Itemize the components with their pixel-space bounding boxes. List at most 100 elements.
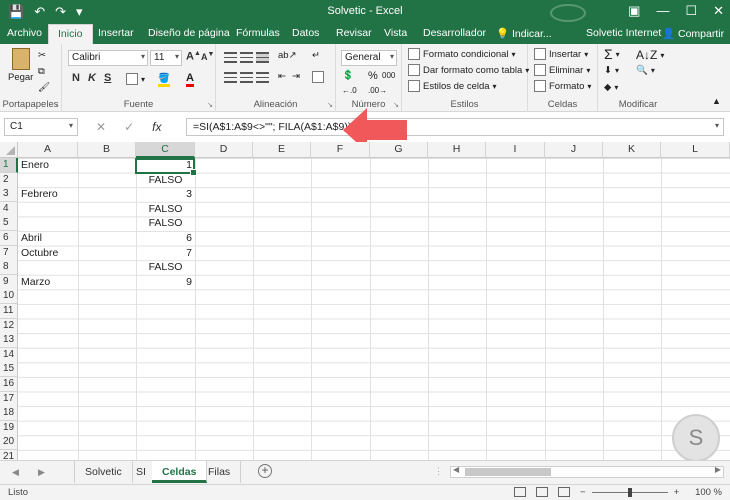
zoom-track[interactable] [591,488,668,497]
align-top-icon[interactable] [224,52,237,63]
grow-font-icon[interactable]: A▲ [186,50,201,63]
cell-c9[interactable]: 9 [136,275,195,290]
cell-a7[interactable]: Octubre [18,246,78,261]
active-cell-selection[interactable] [135,158,197,176]
conditional-format-button[interactable]: Formato condicional ▾ [408,48,516,60]
cell-a9[interactable]: Marzo [18,275,78,290]
scrollbar-thumb[interactable] [465,468,551,476]
increase-indent-button[interactable]: ⇥ [292,71,300,82]
font-name-combo[interactable]: Calibri ▾ [68,50,148,66]
scroll-right-icon[interactable]: ▶ [715,465,721,474]
shrink-font-icon[interactable]: A▼ [201,51,214,62]
tab-desarrollador[interactable]: Desarrollador [423,27,486,39]
orientation-button[interactable]: ab↗ [278,50,297,61]
decrease-indent-button[interactable]: ⇤ [278,71,286,82]
formula-input[interactable]: =SI(A$1:A$9<>""; FILA(A$1:A$9)) ▾ [186,118,724,136]
clipboard-launcher-icon[interactable]: ↘ [53,101,59,109]
zoom-slider[interactable]: − + [580,487,679,498]
clear-button[interactable]: ◆ ▾ [604,82,618,93]
row-header-19[interactable]: 19 [0,420,18,436]
column-header-g[interactable]: G [370,142,428,158]
cell-c7[interactable]: 7 [136,246,195,261]
row-header-15[interactable]: 15 [0,362,18,378]
horizontal-scrollbar[interactable]: ◀ ▶ [450,465,724,478]
page-layout-view-icon[interactable] [536,487,548,497]
cell-c2[interactable]: FALSO [136,173,195,188]
format-painter-button[interactable]: 🖌 [38,82,50,93]
next-sheet-icon[interactable]: ▶ [38,467,45,478]
cell-c6[interactable]: 6 [136,231,195,246]
user-name[interactable]: Solvetic Internet [586,27,661,39]
collapse-ribbon-button[interactable]: ▲ [712,96,721,106]
row-header-9[interactable]: 9 [0,274,18,290]
cell-c8[interactable]: FALSO [136,260,195,275]
maximize-icon[interactable]: ☐ [685,3,697,19]
column-header-k[interactable]: K [603,142,661,158]
paste-button[interactable]: Pegar [8,48,33,83]
tab-revisar[interactable]: Revisar [336,27,372,39]
cell-c4[interactable]: FALSO [136,202,195,217]
italic-button[interactable]: K [88,72,96,84]
sheet-tab-solvetic[interactable]: Solvetic [74,461,133,483]
fill-button[interactable]: ⬇ ▾ [604,65,619,76]
row-header-12[interactable]: 12 [0,318,18,334]
scroll-left-icon[interactable]: ◀ [453,465,459,474]
fill-color-button[interactable]: 🪣 [158,73,170,87]
column-header-d[interactable]: D [195,142,253,158]
currency-button[interactable]: 💲 [342,70,354,81]
cut-button[interactable]: ✂ [38,50,46,61]
row-header-1[interactable]: 1 [0,158,18,173]
enter-icon[interactable]: ✓ [124,120,134,134]
column-header-e[interactable]: E [253,142,311,158]
sheet-tab-filas[interactable]: Filas [198,461,242,483]
alignment-launcher-icon[interactable]: ↘ [327,101,333,109]
zoom-level[interactable]: 100 % [695,487,722,498]
share-button[interactable]: 👤 Compartir [662,27,724,40]
tab-inicio[interactable]: Inicio [48,24,93,44]
cancel-icon[interactable]: ✕ [96,120,106,134]
row-header-21[interactable]: 21 [0,450,18,460]
ribbon-display-icon[interactable]: ▣ [628,3,640,19]
row-header-8[interactable]: 8 [0,260,18,276]
align-middle-icon[interactable] [240,52,253,63]
format-as-table-button[interactable]: Dar formato como tabla ▾ [408,64,529,76]
column-header-b[interactable]: B [78,142,136,158]
copy-button[interactable]: ⧉ [38,66,45,77]
row-header-20[interactable]: 20 [0,435,18,451]
column-header-f[interactable]: F [311,142,370,158]
zoom-knob[interactable] [627,488,632,497]
cell-a6[interactable]: Abril [18,231,78,246]
column-header-l[interactable]: L [661,142,730,158]
align-center-icon[interactable] [240,72,253,83]
name-box[interactable]: C1 ▾ [4,118,78,136]
tab-diseno-de-pagina[interactable]: Diseño de página [148,27,230,39]
underline-button[interactable]: S [104,72,111,84]
close-icon[interactable]: ✕ [713,3,724,19]
column-header-h[interactable]: H [428,142,486,158]
column-header-j[interactable]: J [545,142,603,158]
column-header-i[interactable]: I [486,142,545,158]
sort-filter-button[interactable]: A↓Z ▾ [636,48,664,62]
row-header-11[interactable]: 11 [0,304,18,319]
zoom-in-icon[interactable]: + [674,487,680,498]
increase-decimal-button[interactable]: ←.0 [342,86,357,95]
cell-a1[interactable]: Enero [18,158,78,173]
number-format-combo[interactable]: General ▾ [341,50,397,66]
tab-formulas[interactable]: Fórmulas [236,27,280,39]
row-header-16[interactable]: 16 [0,377,18,392]
percent-button[interactable]: % [368,70,378,82]
insert-function-icon[interactable]: fx [152,120,161,134]
tab-datos[interactable]: Datos [292,27,319,39]
tab-insertar[interactable]: Insertar [98,27,134,39]
thousands-button[interactable]: 000 [382,71,395,80]
column-header-a[interactable]: A [18,142,78,158]
autosum-button[interactable]: Σ ▾ [604,46,620,62]
row-header-4[interactable]: 4 [0,201,18,217]
align-bottom-icon[interactable] [256,52,269,63]
select-all-button[interactable] [0,142,18,158]
delete-cells-button[interactable]: Eliminar ▾ [534,64,590,76]
page-break-view-icon[interactable] [558,487,570,497]
row-header-7[interactable]: 7 [0,245,18,261]
row-header-3[interactable]: 3 [0,187,18,203]
column-header-c[interactable]: C [136,142,195,158]
